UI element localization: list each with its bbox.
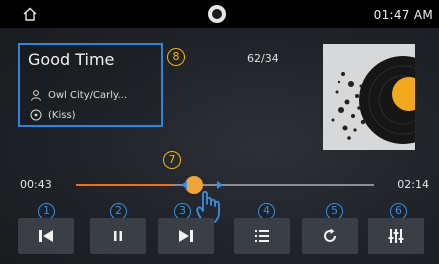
clock: 01:47 AM [373, 8, 433, 22]
song-title: Good Time [28, 50, 115, 69]
previous-button[interactable] [18, 218, 74, 254]
next-button[interactable] [158, 218, 214, 254]
person-icon [31, 90, 41, 101]
album-art [323, 44, 415, 150]
playlist-button[interactable] [234, 218, 290, 254]
total-time: 02:14 [397, 178, 429, 191]
track-count: 62/34 [247, 52, 279, 65]
album-name: (Kiss) [48, 110, 76, 121]
repeat-icon [324, 228, 336, 242]
pause-button[interactable] [90, 218, 146, 254]
disc-icon [30, 109, 42, 121]
album-row: (Kiss) [30, 109, 76, 121]
artist-row: Owl City/Carly... [30, 89, 127, 101]
album-art-image [323, 44, 415, 150]
artist-name: Owl City/Carly... [48, 90, 128, 101]
status-bar: 01:47 AM [0, 0, 439, 28]
callout-7: 7 [163, 151, 181, 169]
home-icon[interactable] [22, 7, 38, 21]
track-info-panel[interactable]: Good Time Owl City/Carly... (Kiss) [18, 43, 163, 127]
list-icon [255, 230, 269, 242]
elapsed-time: 00:43 [20, 178, 52, 191]
music-player-screen: 01:47 AM Good Time Owl City/Carly... (Ki… [0, 0, 439, 264]
callout-8: 8 [167, 48, 185, 66]
equalizer-button[interactable] [368, 218, 424, 254]
repeat-button[interactable] [302, 218, 358, 254]
pause-icon [114, 231, 122, 241]
progress-fill [76, 184, 171, 186]
brand-logo-icon [208, 5, 226, 23]
skip-next-icon [179, 230, 193, 242]
skip-previous-icon [39, 230, 53, 242]
equalizer-icon [388, 229, 404, 243]
